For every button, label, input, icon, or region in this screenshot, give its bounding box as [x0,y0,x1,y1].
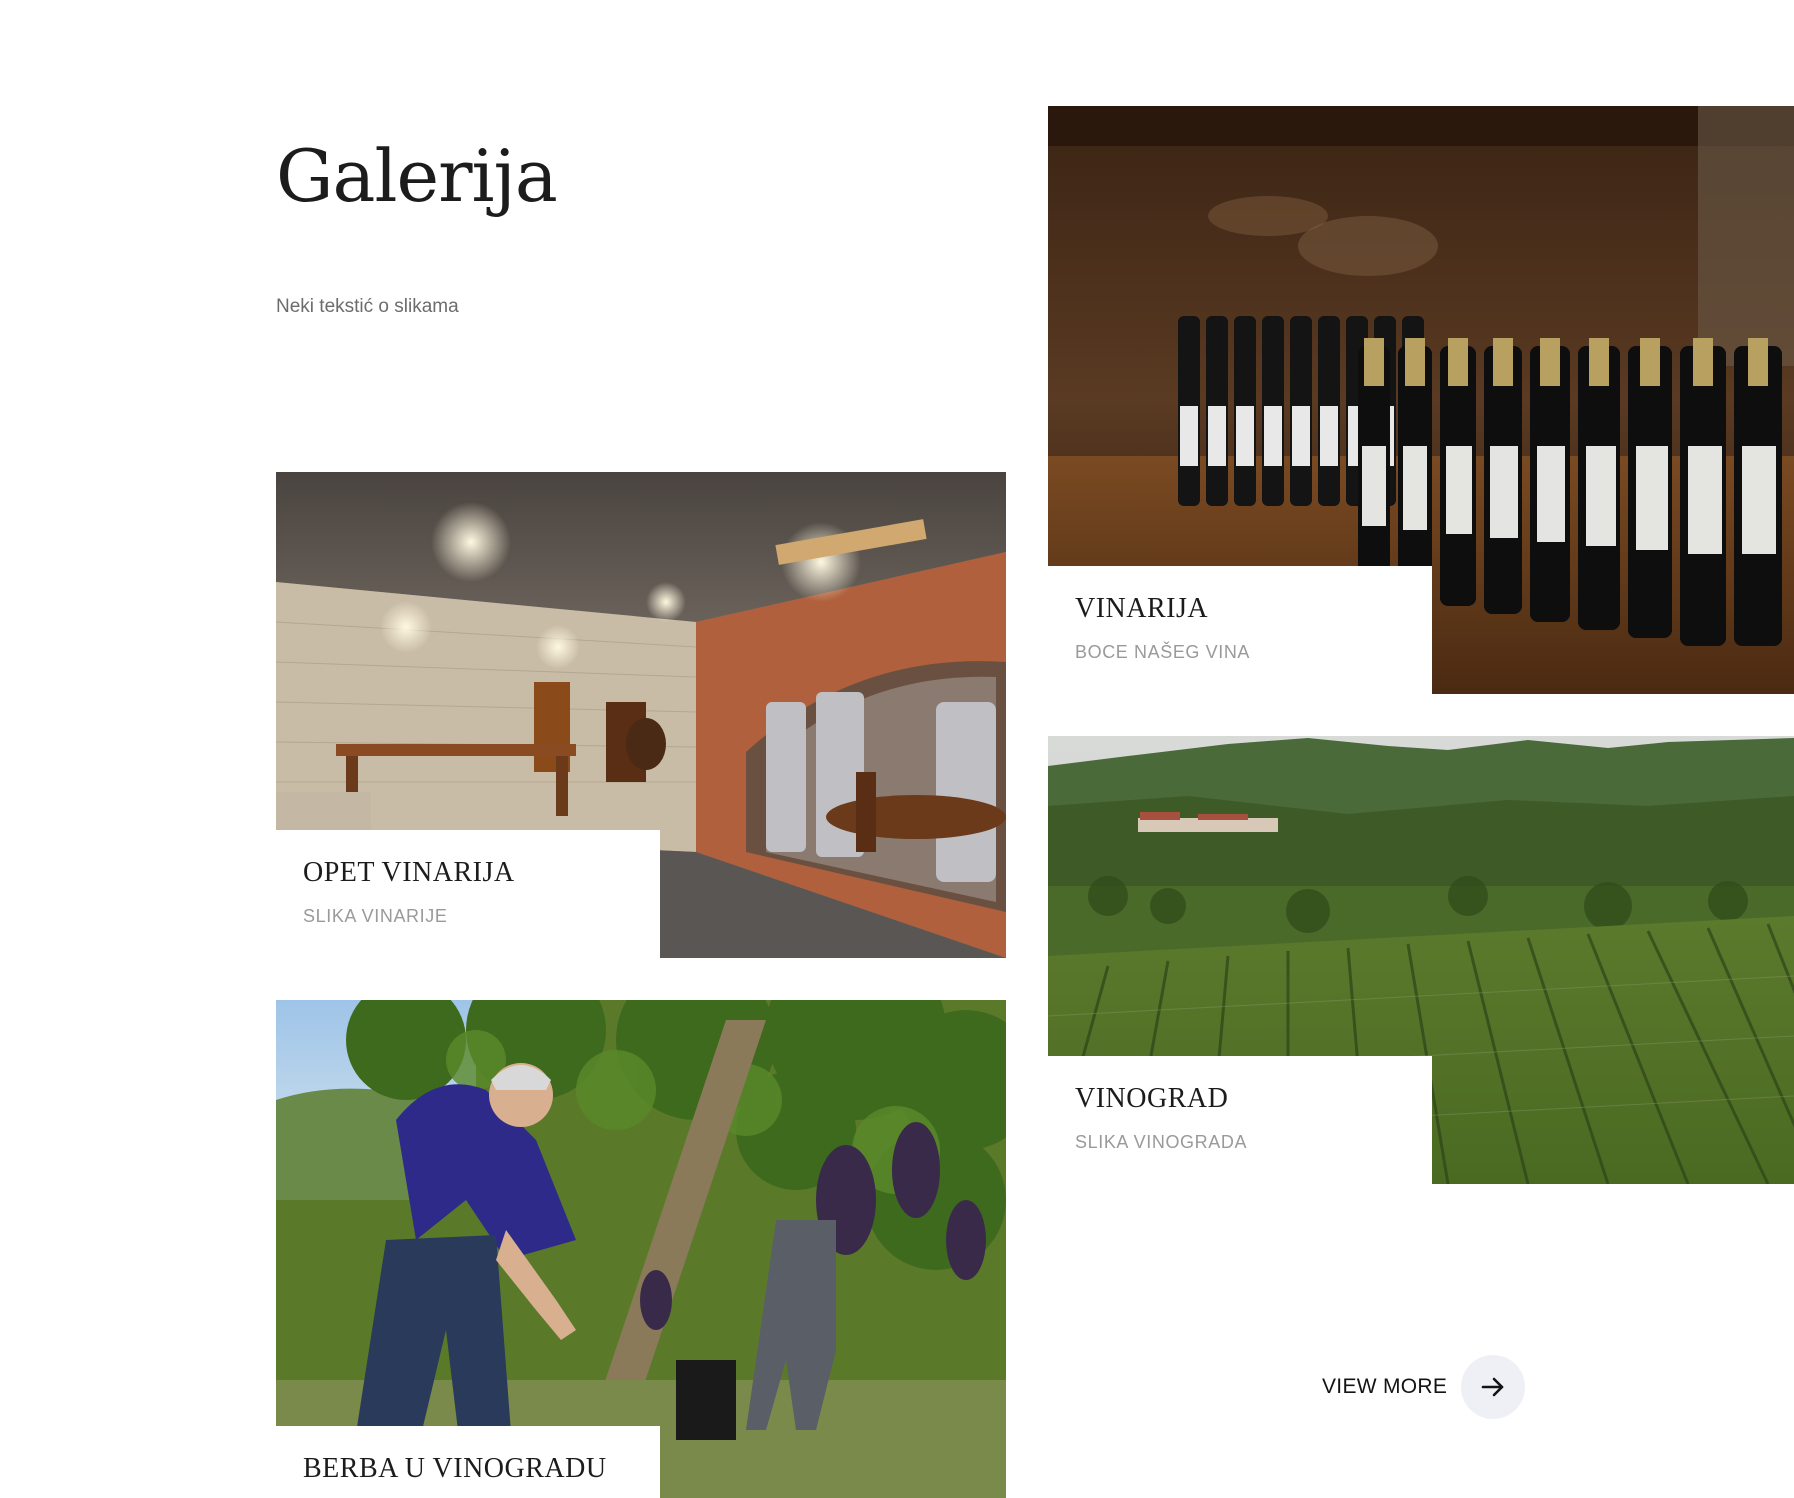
view-more-label: VIEW MORE [1322,1375,1448,1398]
card-subtitle: BOCE NAŠEG VINA [1075,641,1251,662]
page-title: Galerija [276,134,558,218]
caption-box: BERBA U VINOGRADU [276,1426,660,1498]
card-title: OPET VINARIJA [303,857,515,888]
caption-box: OPET VINARIJA SLIKA VINARIJE [276,830,660,958]
gallery-card-berba[interactable]: BERBA U VINOGRADU [276,1000,1006,1498]
gallery-card-opet-vinarija[interactable]: OPET VINARIJA SLIKA VINARIJE [276,472,1006,958]
gallery-card-vinograd[interactable]: VINOGRAD SLIKA VINOGRADA [1048,736,1794,1184]
view-more-button[interactable]: VIEW MORE [1322,1354,1526,1420]
card-title: VINARIJA [1075,593,1209,624]
card-title: VINOGRAD [1075,1083,1229,1114]
arrow-right-icon[interactable] [1461,1355,1526,1419]
page-subtitle: Neki tekstić o slikama [276,296,459,317]
caption-box: VINARIJA BOCE NAŠEG VINA [1048,566,1432,694]
card-subtitle: SLIKA VINOGRADA [1075,1131,1248,1152]
grape-harvest-photo [276,1000,1006,1498]
card-subtitle: SLIKA VINARIJE [303,905,448,926]
gallery-card-vinarija[interactable]: VINARIJA BOCE NAŠEG VINA [1048,106,1794,694]
card-title: BERBA U VINOGRADU [303,1453,607,1484]
caption-box: VINOGRAD SLIKA VINOGRADA [1048,1056,1432,1184]
